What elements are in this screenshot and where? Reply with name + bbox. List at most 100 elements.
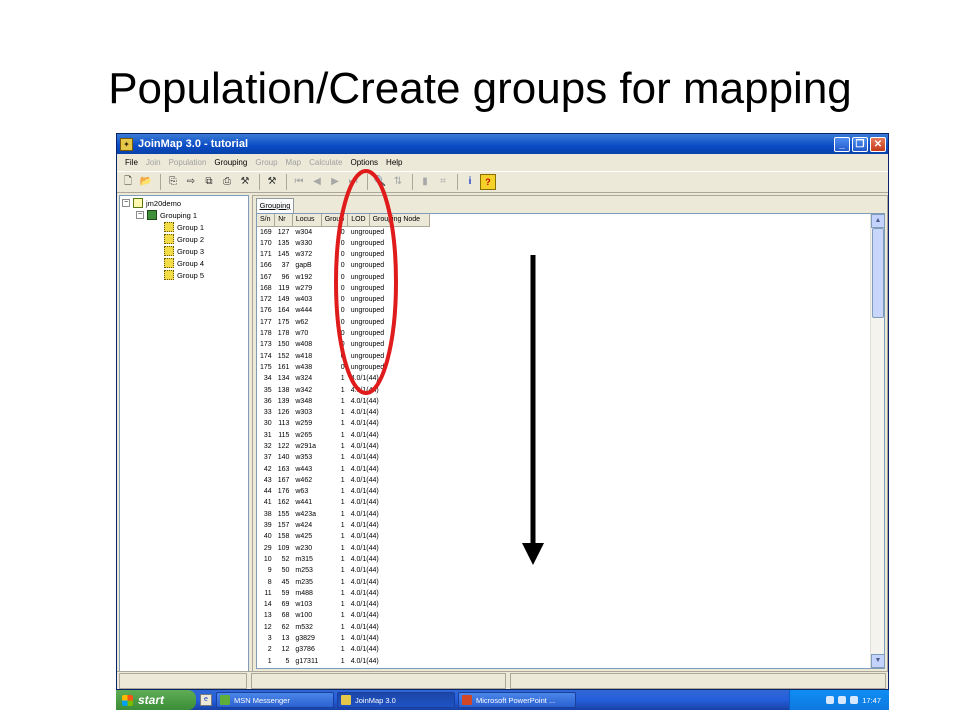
- menu-item-help[interactable]: Help: [382, 158, 406, 167]
- minimize-button[interactable]: _: [834, 136, 850, 152]
- table-row[interactable]: 29 109 w230 1 4.0/1(44): [257, 543, 429, 554]
- column-header[interactable]: LOD: [347, 214, 370, 227]
- tab-grouping[interactable]: Grouping: [256, 198, 294, 213]
- column-header[interactable]: Nr: [274, 214, 293, 227]
- import-icon[interactable]: ⎘: [165, 174, 181, 190]
- table-row[interactable]: 166 37 gapB 0 ungrouped: [257, 260, 429, 271]
- help-icon[interactable]: ?: [480, 174, 496, 190]
- menu-item-calculate[interactable]: Calculate: [305, 158, 346, 167]
- tree-node-grouping[interactable]: − Grouping 1: [120, 209, 248, 221]
- table-row[interactable]: 32 122 w291a 1 4.0/1(44): [257, 441, 429, 452]
- table-row[interactable]: 176 164 w444 0 ungrouped: [257, 305, 429, 316]
- first-record-icon[interactable]: ⏮: [291, 174, 307, 190]
- menu-item-file[interactable]: File: [121, 158, 142, 167]
- open-folder-icon[interactable]: 📂: [138, 174, 154, 190]
- scroll-up-icon[interactable]: ▲: [871, 214, 884, 228]
- table-row[interactable]: 12 62 m532 1 4.0/1(44): [257, 622, 429, 633]
- tree-node-group[interactable]: Group 4: [120, 257, 248, 269]
- table-row[interactable]: 1 5 g17311 1 4.0/1(44): [257, 655, 429, 666]
- table-row[interactable]: 167 96 w192 0 ungrouped: [257, 271, 429, 282]
- copy-icon[interactable]: ⧉: [201, 174, 217, 190]
- table-row[interactable]: 33 126 w303 1 4.0/1(44): [257, 407, 429, 418]
- volume-icon[interactable]: [838, 696, 847, 704]
- quick-launch-icon[interactable]: e: [200, 694, 212, 706]
- print-icon[interactable]: ⎙: [219, 174, 235, 190]
- taskbar-button[interactable]: JoinMap 3.0: [337, 692, 455, 708]
- close-button[interactable]: ✕: [870, 136, 886, 152]
- collapse-icon[interactable]: −: [122, 199, 130, 207]
- column-header[interactable]: Locus: [292, 214, 322, 227]
- taskbar-button[interactable]: Microsoft PowerPoint ...: [458, 692, 576, 708]
- table-row[interactable]: 14 69 w103 1 4.0/1(44): [257, 599, 429, 610]
- table-row[interactable]: 36 139 w348 1 4.0/1(44): [257, 396, 429, 407]
- table-row[interactable]: 168 119 w279 0 ungrouped: [257, 283, 429, 294]
- tree-node-group[interactable]: Group 2: [120, 233, 248, 245]
- table-row[interactable]: 31 115 w265 1 4.0/1(44): [257, 430, 429, 441]
- taskbar-button[interactable]: MSN Messenger: [216, 692, 334, 708]
- table-row[interactable]: 171 145 w372 0 ungrouped: [257, 249, 429, 260]
- start-button[interactable]: start: [116, 690, 196, 710]
- table-row[interactable]: 173 150 w408 0 ungrouped: [257, 339, 429, 350]
- next-record-icon[interactable]: ▶: [327, 174, 343, 190]
- export-icon[interactable]: ⇨: [183, 174, 199, 190]
- table-row[interactable]: 174 152 w418 0 ungrouped: [257, 350, 429, 361]
- last-record-icon[interactable]: ⏭: [345, 174, 361, 190]
- table-row[interactable]: 3 13 g3829 1 4.0/1(44): [257, 633, 429, 644]
- hammer-icon[interactable]: ⚒: [264, 174, 280, 190]
- messenger-tray-icon[interactable]: [850, 696, 859, 704]
- table-row[interactable]: 43 167 w462 1 4.0/1(44): [257, 475, 429, 486]
- menu-item-grouping[interactable]: Grouping: [210, 158, 251, 167]
- table-row[interactable]: 42 163 w443 1 4.0/1(44): [257, 463, 429, 474]
- table-row[interactable]: 178 178 w70 0 ungrouped: [257, 328, 429, 339]
- table-cell: ungrouped: [350, 318, 385, 326]
- previous-record-icon[interactable]: ◀: [309, 174, 325, 190]
- table-row[interactable]: 30 113 w259 1 4.0/1(44): [257, 418, 429, 429]
- column-header[interactable]: Group: [321, 214, 349, 227]
- table-row[interactable]: 169 127 w304 0 ungrouped: [257, 226, 429, 238]
- menu-item-map[interactable]: Map: [282, 158, 306, 167]
- table-row[interactable]: 175 161 w438 0 ungrouped: [257, 362, 429, 373]
- table-row[interactable]: 34 134 w324 1 4.0/1(44): [257, 373, 429, 384]
- menu-item-group[interactable]: Group: [251, 158, 281, 167]
- maximize-button[interactable]: ❐: [852, 136, 868, 152]
- column-header[interactable]: Grouping Node: [369, 214, 430, 227]
- window-titlebar[interactable]: ✦ JoinMap 3.0 - tutorial _ ❐ ✕: [117, 134, 888, 154]
- scroll-down-icon[interactable]: ▼: [871, 654, 884, 668]
- new-file-icon[interactable]: 🗋: [120, 174, 136, 190]
- table-row[interactable]: 9 50 m253 1 4.0/1(44): [257, 565, 429, 576]
- vertical-scrollbar[interactable]: ▲ ▼: [870, 214, 884, 668]
- menu-item-join[interactable]: Join: [142, 158, 165, 167]
- table-row[interactable]: 35 138 w342 1 4.0/1(44): [257, 384, 429, 395]
- sort-icon[interactable]: ⇅: [390, 174, 406, 190]
- table-row[interactable]: 44 176 w63 1 4.0/1(44): [257, 486, 429, 497]
- tree-node-group[interactable]: Group 5: [120, 269, 248, 281]
- tree-node-group[interactable]: Group 1: [120, 221, 248, 233]
- table-row[interactable]: 13 68 w100 1 4.0/1(44): [257, 610, 429, 621]
- search-icon[interactable]: 🔍: [372, 174, 388, 190]
- table-cell: 0: [340, 228, 345, 236]
- table-row[interactable]: 40 158 w425 1 4.0/1(44): [257, 531, 429, 542]
- table-row[interactable]: 2 12 g3786 1 4.0/1(44): [257, 644, 429, 655]
- tools-icon[interactable]: ⚒: [237, 174, 253, 190]
- scroll-thumb[interactable]: [872, 228, 884, 318]
- table-row[interactable]: 37 140 w353 1 4.0/1(44): [257, 452, 429, 463]
- column-header[interactable]: S/n: [257, 214, 276, 227]
- grid-icon[interactable]: ⌗: [435, 174, 451, 190]
- table-row[interactable]: 38 155 w423a 1 4.0/1(44): [257, 509, 429, 520]
- info-icon[interactable]: i: [462, 174, 478, 190]
- table-row[interactable]: 10 52 m315 1 4.0/1(44): [257, 554, 429, 565]
- table-row[interactable]: 177 175 w62 0 ungrouped: [257, 317, 429, 328]
- collapse-icon[interactable]: −: [136, 211, 144, 219]
- tree-node-project[interactable]: − jm20demo: [120, 197, 248, 209]
- tree-node-group[interactable]: Group 3: [120, 245, 248, 257]
- table-row[interactable]: 170 135 w330 0 ungrouped: [257, 238, 429, 249]
- network-icon[interactable]: [826, 696, 835, 704]
- menu-item-population[interactable]: Population: [165, 158, 211, 167]
- block-icon[interactable]: ▮: [417, 174, 433, 190]
- table-row[interactable]: 11 59 m488 1 4.0/1(44): [257, 588, 429, 599]
- table-row[interactable]: 172 149 w403 0 ungrouped: [257, 294, 429, 305]
- table-row[interactable]: 8 45 m235 1 4.0/1(44): [257, 576, 429, 587]
- table-row[interactable]: 41 162 w441 1 4.0/1(44): [257, 497, 429, 508]
- table-row[interactable]: 39 157 w424 1 4.0/1(44): [257, 520, 429, 531]
- menu-item-options[interactable]: Options: [346, 158, 382, 167]
